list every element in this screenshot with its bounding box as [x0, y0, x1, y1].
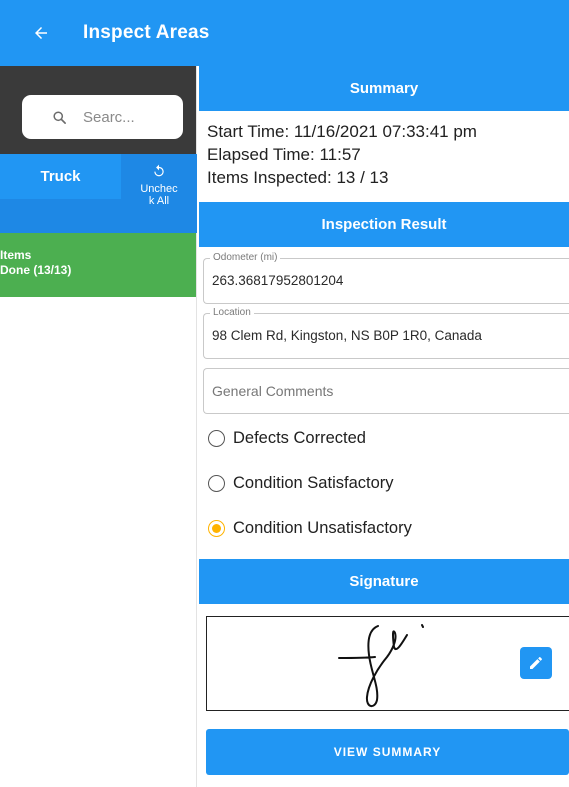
sidebar-item-items[interactable]: Items Done (13/13) — [0, 233, 196, 297]
general-comments-field[interactable]: General Comments — [203, 368, 569, 414]
arrow-left-icon — [35, 27, 47, 39]
radio-condition-unsatisfactory[interactable]: Condition Unsatisfactory — [199, 506, 569, 551]
items-title: Items — [0, 248, 32, 262]
odometer-field[interactable]: Odometer (mi) 263.36817952801204 — [203, 252, 569, 304]
summary-body: Start Time: 11/16/2021 07:33:41 pm Elaps… — [199, 111, 569, 202]
radio-defects-corrected[interactable]: Defects Corrected — [199, 416, 569, 461]
signature-header: Signature — [199, 559, 569, 604]
items-status: Done (13/13) — [0, 263, 72, 277]
radio-circle-selected — [208, 520, 225, 537]
uncheck-all-label: Unchec k All — [140, 183, 178, 207]
location-label: Location — [210, 307, 254, 318]
start-time: Start Time: 11/16/2021 07:33:41 pm — [207, 122, 477, 141]
radio-label: Condition Satisfactory — [233, 474, 394, 492]
elapsed-time: Elapsed Time: 11:57 — [207, 145, 361, 164]
items-inspected: Items Inspected: 13 / 13 — [207, 168, 389, 187]
search-input[interactable]: Searc... — [22, 95, 183, 139]
radio-label: Defects Corrected — [233, 429, 366, 447]
area-tabs: Truck Unchec k All — [0, 154, 197, 233]
radio-circle — [208, 475, 225, 492]
edit-signature-button[interactable] — [520, 647, 552, 679]
general-comments-placeholder: General Comments — [212, 383, 334, 399]
inspection-result-header: Inspection Result — [199, 202, 569, 247]
tab-underline — [0, 199, 121, 233]
location-value: 98 Clem Rd, Kingston, NS B0P 1R0, Canada — [212, 328, 482, 343]
signature-drawing — [338, 624, 424, 707]
right-panel: Summary Start Time: 11/16/2021 07:33:41 … — [199, 66, 569, 787]
radio-condition-satisfactory[interactable]: Condition Satisfactory — [199, 461, 569, 506]
left-panel-header: Searc... Truck Unchec k All — [0, 66, 197, 233]
odometer-label: Odometer (mi) — [210, 252, 281, 263]
app-bar: Inspect Areas — [0, 0, 569, 66]
summary-header: Summary — [199, 66, 569, 111]
radio-label: Condition Unsatisfactory — [233, 519, 412, 537]
back-button[interactable] — [29, 21, 53, 45]
search-icon — [53, 110, 66, 124]
page-title: Inspect Areas — [83, 22, 210, 43]
view-summary-button[interactable]: VIEW SUMMARY — [206, 729, 569, 775]
pencil-icon — [530, 657, 542, 669]
radio-circle — [208, 430, 225, 447]
tab-truck[interactable]: Truck — [0, 154, 121, 199]
left-panel: Searc... Truck Unchec k All Items Done (… — [0, 66, 197, 787]
odometer-value: 263.36817952801204 — [212, 273, 344, 288]
search-placeholder: Searc... — [83, 108, 135, 126]
undo-icon — [154, 164, 164, 177]
uncheck-all-button[interactable]: Unchec k All — [121, 154, 197, 233]
location-field[interactable]: Location 98 Clem Rd, Kingston, NS B0P 1R… — [203, 307, 569, 359]
signature-box[interactable] — [206, 616, 569, 711]
